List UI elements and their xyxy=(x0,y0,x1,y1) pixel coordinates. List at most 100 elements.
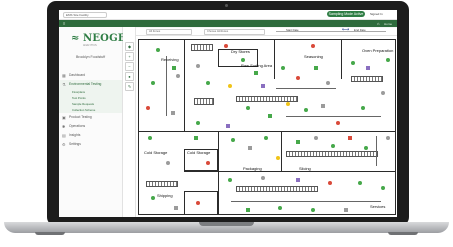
zone-select[interactable]: All Zones xyxy=(146,29,192,35)
test-point-fail[interactable] xyxy=(196,201,200,205)
test-point-untested[interactable] xyxy=(344,208,348,212)
test-point-pass[interactable] xyxy=(246,106,250,110)
sidebar-item-insights[interactable]: ▤ Insights xyxy=(59,131,122,140)
test-point-pass[interactable] xyxy=(151,196,155,200)
test-point-pass[interactable] xyxy=(156,48,160,52)
sidebar-item-label: Dashboard xyxy=(69,73,86,77)
sidebar-item-label: Insights xyxy=(69,133,81,137)
user-menu[interactable]: Signed In xyxy=(370,12,383,16)
sidebar-item-label: Operations xyxy=(69,124,86,128)
location-name: Brooklyn Foodstuff xyxy=(75,55,106,59)
box-icon: ▣ xyxy=(62,115,66,120)
test-point-retest[interactable] xyxy=(296,178,300,182)
test-point-pass[interactable] xyxy=(264,136,268,140)
range-handle-icon[interactable]: ⟷ xyxy=(342,27,349,33)
test-point-untested[interactable] xyxy=(321,104,325,108)
test-point-untested[interactable] xyxy=(174,206,178,210)
sampling-mode-pill[interactable]: Sampling Mode Active xyxy=(327,11,365,17)
test-point-fail[interactable] xyxy=(311,44,315,48)
test-point-pass[interactable] xyxy=(228,178,232,182)
test-point-untested[interactable] xyxy=(176,74,180,78)
test-point-pending[interactable] xyxy=(228,84,232,88)
test-point-pass[interactable] xyxy=(148,136,152,140)
top-bar: EMS Site Facility Sampling Mode Active S… xyxy=(59,10,397,20)
sidebar-item-settings[interactable]: ⚙ Settings xyxy=(59,140,122,149)
edit-icon[interactable]: ✎ xyxy=(125,82,134,91)
home-label[interactable]: Home xyxy=(384,22,392,26)
test-point-pass[interactable] xyxy=(241,58,245,62)
test-point-pass[interactable] xyxy=(386,58,390,62)
test-point-retest[interactable] xyxy=(261,84,265,88)
test-point-fail[interactable] xyxy=(328,181,332,185)
test-point-pass[interactable] xyxy=(331,144,335,148)
test-point-pass[interactable] xyxy=(206,81,210,85)
room-shipping[interactable] xyxy=(184,191,218,215)
flask-icon: ⚗ xyxy=(62,82,66,87)
test-point-pass[interactable] xyxy=(268,114,272,118)
room-label-services: Services xyxy=(370,204,386,209)
test-point-fail[interactable] xyxy=(296,76,300,80)
rack xyxy=(146,181,178,187)
test-point-fail[interactable] xyxy=(348,136,352,140)
sidebar-item-label: Product Testing xyxy=(69,115,92,119)
test-point-pass[interactable] xyxy=(254,71,258,75)
zoom-in-icon[interactable]: + xyxy=(125,52,134,61)
test-point-pending[interactable] xyxy=(286,102,290,106)
test-point-untested[interactable] xyxy=(386,136,390,140)
attribute-select[interactable]: Choose Attributes xyxy=(204,29,265,35)
laptop-foot xyxy=(35,232,65,235)
test-point-pass[interactable] xyxy=(364,146,368,150)
test-point-untested[interactable] xyxy=(166,161,170,165)
test-point-pass[interactable] xyxy=(361,106,365,110)
rack xyxy=(351,76,383,82)
test-point-untested[interactable] xyxy=(326,81,330,85)
header-bar: ≡ ⌂ Home xyxy=(59,20,397,27)
test-point-fail[interactable] xyxy=(224,44,228,48)
logo-mark: ≈ xyxy=(71,33,80,44)
gear-icon: ⚙ xyxy=(62,142,66,147)
test-point-pending[interactable] xyxy=(276,156,280,160)
test-point-pass[interactable] xyxy=(296,140,300,144)
layers-icon[interactable]: ◆ xyxy=(125,42,134,51)
plan-wall xyxy=(281,131,282,171)
test-point-pass[interactable] xyxy=(311,208,315,212)
test-point-pass[interactable] xyxy=(281,66,285,70)
sidebar-item-product-testing[interactable]: ▣ Product Testing xyxy=(59,113,122,122)
test-point-untested[interactable] xyxy=(261,176,265,180)
menu-icon[interactable]: ≡ xyxy=(63,21,65,26)
test-point-pass[interactable] xyxy=(231,138,235,142)
test-point-fail[interactable] xyxy=(336,121,340,125)
test-point-untested[interactable] xyxy=(171,111,175,115)
sidebar-item-operations[interactable]: ✱ Operations xyxy=(59,122,122,131)
test-point-untested[interactable] xyxy=(248,146,252,150)
test-point-pass[interactable] xyxy=(278,206,282,210)
test-point-pass[interactable] xyxy=(246,208,250,212)
test-point-pass[interactable] xyxy=(351,61,355,65)
test-point-untested[interactable] xyxy=(381,91,385,95)
neogen-logo: ≈ NEOGEN ANALYTICS xyxy=(71,33,135,47)
site-select[interactable]: EMS Site Facility xyxy=(63,12,107,18)
test-point-untested[interactable] xyxy=(314,136,318,140)
sidebar-item-dashboard[interactable]: ▦ Dashboard xyxy=(59,71,122,80)
test-point-fail[interactable] xyxy=(206,161,210,165)
test-point-fail[interactable] xyxy=(146,106,150,110)
home-icon[interactable]: ⌂ xyxy=(377,21,379,26)
test-point-pass[interactable] xyxy=(304,108,308,112)
test-point-retest[interactable] xyxy=(226,124,230,128)
test-point-pass[interactable] xyxy=(381,186,385,190)
map-tools: ◆ + − ● ✎ xyxy=(123,27,136,217)
plan-wall xyxy=(184,39,185,131)
test-point-pass[interactable] xyxy=(194,136,198,140)
logo-subtext: ANALYTICS xyxy=(83,44,97,47)
test-point-retest[interactable] xyxy=(366,66,370,70)
test-point-pass[interactable] xyxy=(314,66,318,70)
test-point-pass[interactable] xyxy=(172,66,176,70)
pin-icon[interactable]: ● xyxy=(125,72,134,81)
test-point-pass[interactable] xyxy=(151,81,155,85)
sidebar-item-environmental-testing[interactable]: ⚗ Environmental Testing xyxy=(59,80,122,89)
test-point-pass[interactable] xyxy=(196,121,200,125)
test-point-untested[interactable] xyxy=(196,64,200,68)
test-point-pass[interactable] xyxy=(358,181,362,185)
zoom-out-icon[interactable]: − xyxy=(125,62,134,71)
sidebar-item-label: Environmental Testing xyxy=(69,82,102,86)
